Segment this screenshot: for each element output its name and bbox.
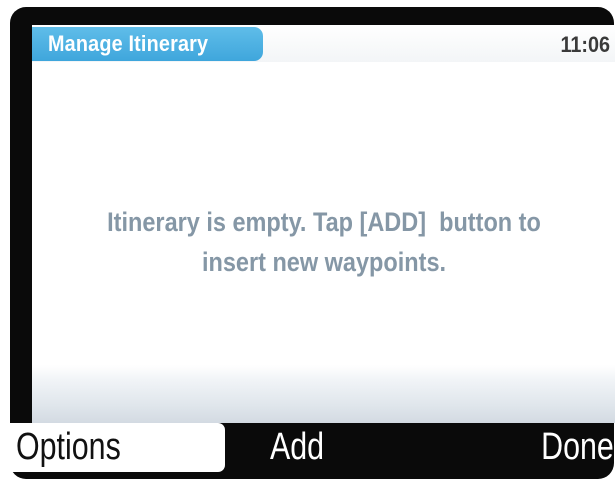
page-title: Manage Itinerary xyxy=(48,31,209,56)
done-softkey-label: Done xyxy=(541,426,614,468)
empty-state-message: Itinerary is empty. Tap [ADD] button to … xyxy=(32,202,615,282)
clock: 11:06 xyxy=(560,32,610,57)
softkey-bar: Options Add Done xyxy=(10,423,614,479)
empty-message-line-2: insert new waypoints. xyxy=(201,247,447,277)
done-softkey[interactable]: Done xyxy=(484,423,614,472)
title-bar: Manage Itinerary 11:06 xyxy=(32,25,615,62)
title-tab: Manage Itinerary xyxy=(32,27,263,61)
screen: Manage Itinerary 11:06 Itinerary is empt… xyxy=(32,25,615,423)
add-softkey[interactable]: Add xyxy=(270,423,360,472)
device-frame: Manage Itinerary 11:06 Itinerary is empt… xyxy=(10,7,615,479)
options-softkey-label: Options xyxy=(16,426,121,468)
empty-message-line-1: Itinerary is empty. Tap [ADD] button to xyxy=(107,207,541,237)
add-softkey-label: Add xyxy=(270,426,325,468)
options-softkey[interactable]: Options xyxy=(10,423,225,472)
